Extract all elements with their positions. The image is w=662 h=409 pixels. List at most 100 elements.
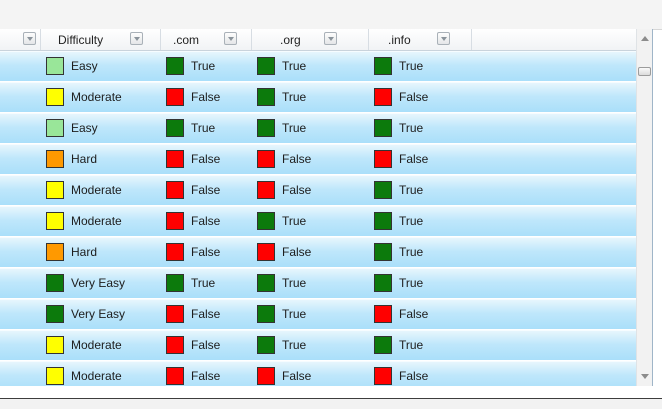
window-bottom-edge (0, 398, 662, 409)
column-header-label: .com (173, 33, 200, 47)
org-cell-text: True (282, 90, 307, 104)
difficulty-status-swatch (46, 274, 64, 292)
difficulty-cell-text: Very Easy (71, 307, 126, 321)
grid-header: Difficulty .com .org .info (0, 29, 636, 51)
org-status-swatch (257, 150, 275, 168)
info-cell-text: True (399, 245, 424, 259)
com-status-swatch (166, 57, 184, 75)
table-row[interactable]: Moderate False True False (0, 82, 636, 112)
info-cell-text: False (399, 369, 429, 383)
info-cell-text: False (399, 152, 429, 166)
info-cell-text: True (399, 183, 424, 197)
difficulty-status-swatch (46, 212, 64, 230)
info-status-swatch (374, 119, 392, 137)
dropdown-filter-icon[interactable] (437, 32, 450, 45)
table-row[interactable]: Hard False False False (0, 144, 636, 174)
org-cell-text: True (282, 121, 307, 135)
com-cell-text: True (191, 121, 216, 135)
column-header-label: .org (280, 33, 301, 47)
com-cell-text: False (191, 90, 221, 104)
org-cell-text: False (282, 369, 312, 383)
difficulty-status-swatch (46, 367, 64, 385)
scroll-down-arrow-icon[interactable] (641, 374, 649, 379)
column-header-difficulty[interactable]: Difficulty (41, 29, 161, 50)
info-status-swatch (374, 367, 392, 385)
com-status-swatch (166, 274, 184, 292)
difficulty-cell-text: Easy (71, 121, 98, 135)
info-cell-text: True (399, 121, 424, 135)
scrollbar-thumb[interactable] (638, 67, 651, 76)
org-status-swatch (257, 57, 275, 75)
info-status-swatch (374, 274, 392, 292)
column-header-org[interactable]: .org (252, 29, 369, 50)
difficulty-cell-text: Moderate (71, 183, 122, 197)
org-cell-text: False (282, 245, 312, 259)
column-header-first[interactable] (0, 29, 41, 50)
org-cell-text: True (282, 59, 307, 73)
table-row[interactable]: Moderate False True True (0, 206, 636, 236)
org-cell-text: True (282, 307, 307, 321)
column-header-label: Difficulty (58, 33, 104, 47)
dropdown-filter-icon[interactable] (224, 32, 237, 45)
com-status-swatch (166, 367, 184, 385)
difficulty-cell-text: Moderate (71, 369, 122, 383)
info-status-swatch (374, 212, 392, 230)
org-cell-text: True (282, 214, 307, 228)
info-status-swatch (374, 181, 392, 199)
info-cell-text: False (399, 307, 429, 321)
info-status-swatch (374, 88, 392, 106)
table-row[interactable]: Moderate False False False (0, 361, 636, 386)
table-row[interactable]: Moderate False False True (0, 175, 636, 205)
org-status-swatch (257, 181, 275, 199)
com-cell-text: False (191, 369, 221, 383)
com-cell-text: False (191, 214, 221, 228)
com-status-swatch (166, 212, 184, 230)
table-row[interactable]: Very Easy False True False (0, 299, 636, 329)
dropdown-filter-icon[interactable] (324, 32, 337, 45)
info-status-swatch (374, 243, 392, 261)
table-row[interactable]: Hard False False True (0, 237, 636, 267)
com-status-swatch (166, 243, 184, 261)
difficulty-status-swatch (46, 336, 64, 354)
scroll-up-arrow-icon[interactable] (641, 36, 649, 41)
difficulty-status-swatch (46, 119, 64, 137)
org-status-swatch (257, 243, 275, 261)
com-cell-text: True (191, 59, 216, 73)
dropdown-filter-icon[interactable] (23, 32, 36, 45)
difficulty-cell-text: Easy (71, 59, 98, 73)
difficulty-status-swatch (46, 150, 64, 168)
difficulty-cell-text: Moderate (71, 90, 122, 104)
info-cell-text: True (399, 276, 424, 290)
com-status-swatch (166, 150, 184, 168)
difficulty-cell-text: Moderate (71, 338, 122, 352)
info-status-swatch (374, 305, 392, 323)
difficulty-status-swatch (46, 88, 64, 106)
column-header-com[interactable]: .com (161, 29, 252, 50)
difficulty-status-swatch (46, 181, 64, 199)
grid-rows: Easy True True True Moderate False True False Ea… (0, 51, 636, 386)
info-cell-text: False (399, 90, 429, 104)
table-row[interactable]: Moderate False True True (0, 330, 636, 360)
dropdown-filter-icon[interactable] (130, 32, 143, 45)
column-header-info[interactable]: .info (369, 29, 472, 50)
com-cell-text: False (191, 152, 221, 166)
table-row[interactable]: Very Easy True True True (0, 268, 636, 298)
info-status-swatch (374, 150, 392, 168)
info-cell-text: True (399, 338, 424, 352)
com-cell-text: True (191, 276, 216, 290)
org-status-swatch (257, 367, 275, 385)
com-cell-text: False (191, 307, 221, 321)
table-row[interactable]: Easy True True True (0, 113, 636, 143)
data-grid[interactable]: Difficulty .com .org .info Easy True True T… (0, 29, 653, 386)
org-cell-text: True (282, 276, 307, 290)
info-cell-text: True (399, 59, 424, 73)
difficulty-status-swatch (46, 243, 64, 261)
org-status-swatch (257, 212, 275, 230)
difficulty-status-swatch (46, 305, 64, 323)
org-status-swatch (257, 336, 275, 354)
org-cell-text: False (282, 152, 312, 166)
com-cell-text: False (191, 338, 221, 352)
org-status-swatch (257, 305, 275, 323)
vertical-scrollbar[interactable] (636, 29, 652, 386)
table-row[interactable]: Easy True True True (0, 51, 636, 81)
